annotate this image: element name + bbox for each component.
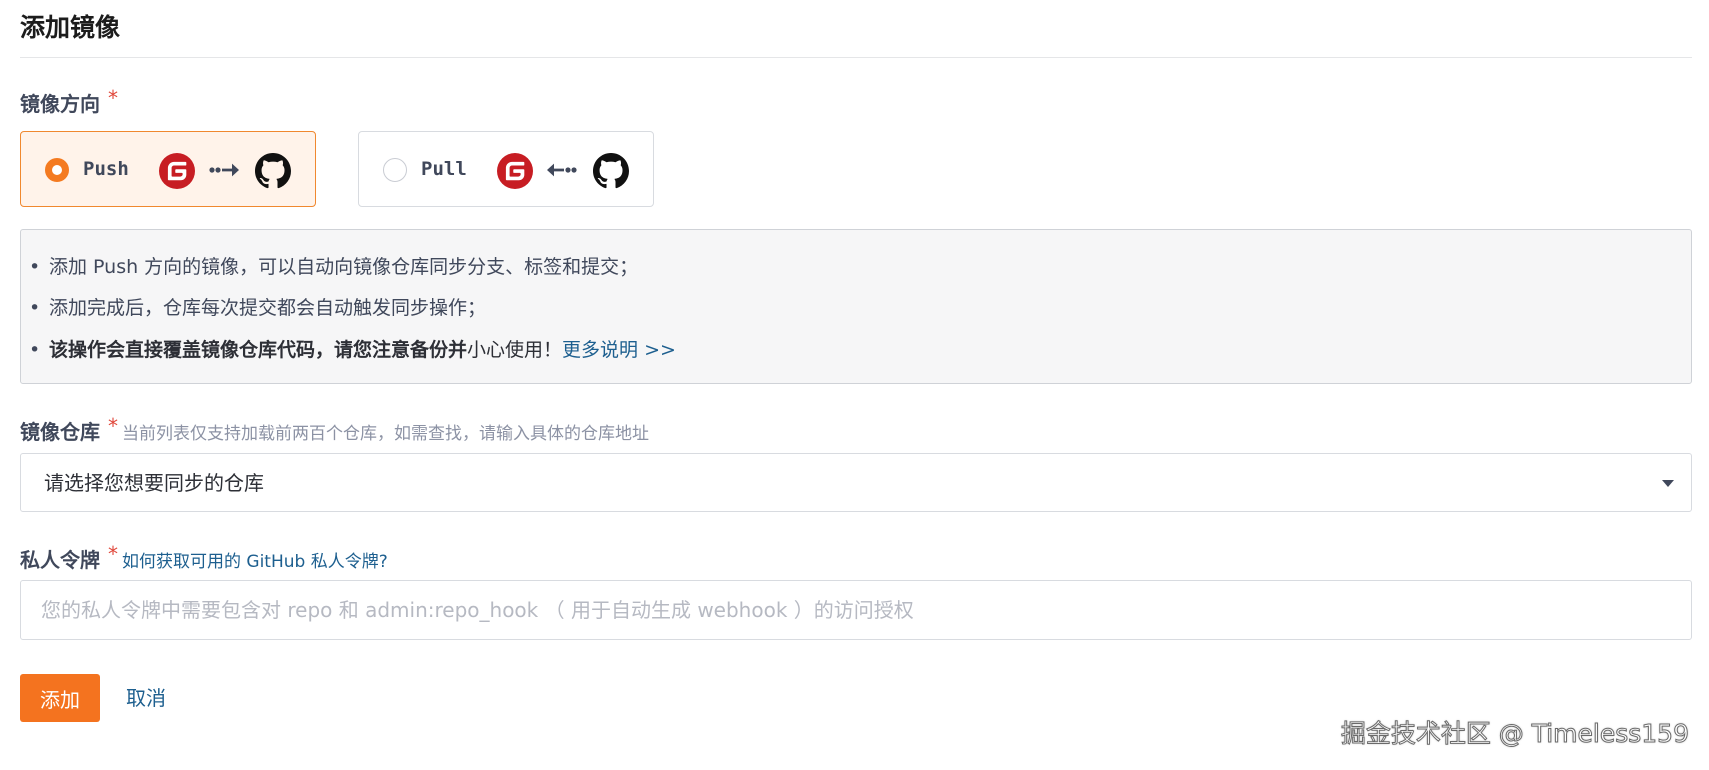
gitee-logo-icon (159, 153, 195, 189)
repo-label-text: 镜像仓库 (20, 420, 100, 444)
token-label: 私人令牌 * 如何获取可用的 GitHub 私人令牌? (20, 542, 388, 576)
push-label: Push (83, 158, 129, 180)
github-logo-icon (255, 153, 291, 189)
add-button[interactable]: 添加 (20, 674, 100, 722)
direction-option-push[interactable]: Push (20, 131, 316, 207)
title-divider (20, 57, 1692, 58)
add-mirror-page: 添加镜像 镜像方向 * Push Pull • 添加 Push 方向的镜像，可以… (0, 0, 1709, 770)
arrow-right-icon (209, 163, 239, 177)
token-label-text: 私人令牌 (20, 548, 100, 572)
pull-radio[interactable] (383, 158, 407, 182)
direction-option-pull[interactable]: Pull (358, 131, 654, 207)
page-title: 添加镜像 (20, 13, 121, 42)
github-logo-icon (593, 153, 629, 189)
warning-bold-text: 该操作会直接覆盖镜像仓库代码，请您注意备份并 (49, 339, 468, 361)
token-help-link[interactable]: 如何获取可用的 GitHub 私人令牌? (122, 552, 388, 572)
repo-select[interactable]: 请选择您想要同步的仓库 (20, 453, 1692, 512)
token-input[interactable] (20, 580, 1692, 640)
repo-hint: 当前列表仅支持加载前两百个仓库，如需查找，请输入具体的仓库地址 (122, 424, 649, 444)
push-radio[interactable] (45, 158, 69, 182)
repo-label: 镜像仓库 * 当前列表仅支持加载前两百个仓库，如需查找，请输入具体的仓库地址 (20, 414, 649, 448)
info-item: 添加完成后，仓库每次提交都会自动触发同步操作； (29, 294, 486, 322)
direction-label-text: 镜像方向 (20, 92, 100, 116)
required-mark: * (108, 414, 118, 438)
watermark: 掘金技术社区 @ Timeless159 (1340, 719, 1689, 749)
warning-plain-text: 小心使用！ (467, 339, 563, 361)
info-item: 添加 Push 方向的镜像，可以自动向镜像仓库同步分支、标签和提交； (29, 253, 638, 281)
required-mark: * (108, 542, 118, 566)
info-item-warning: 该操作会直接覆盖镜像仓库代码，请您注意备份并小心使用！更多说明 >> (29, 336, 676, 364)
more-info-link[interactable]: 更多说明 >> (562, 339, 676, 361)
caret-down-icon (1662, 480, 1674, 487)
direction-label: 镜像方向 * (20, 86, 118, 118)
arrow-left-icon (547, 163, 577, 177)
mirror-info-box: 添加 Push 方向的镜像，可以自动向镜像仓库同步分支、标签和提交； 添加完成后… (20, 229, 1692, 384)
cancel-button[interactable]: 取消 (126, 682, 166, 714)
pull-label: Pull (421, 158, 467, 180)
gitee-logo-icon (497, 153, 533, 189)
required-mark: * (108, 86, 118, 110)
repo-select-placeholder: 请选择您想要同步的仓库 (44, 471, 264, 495)
